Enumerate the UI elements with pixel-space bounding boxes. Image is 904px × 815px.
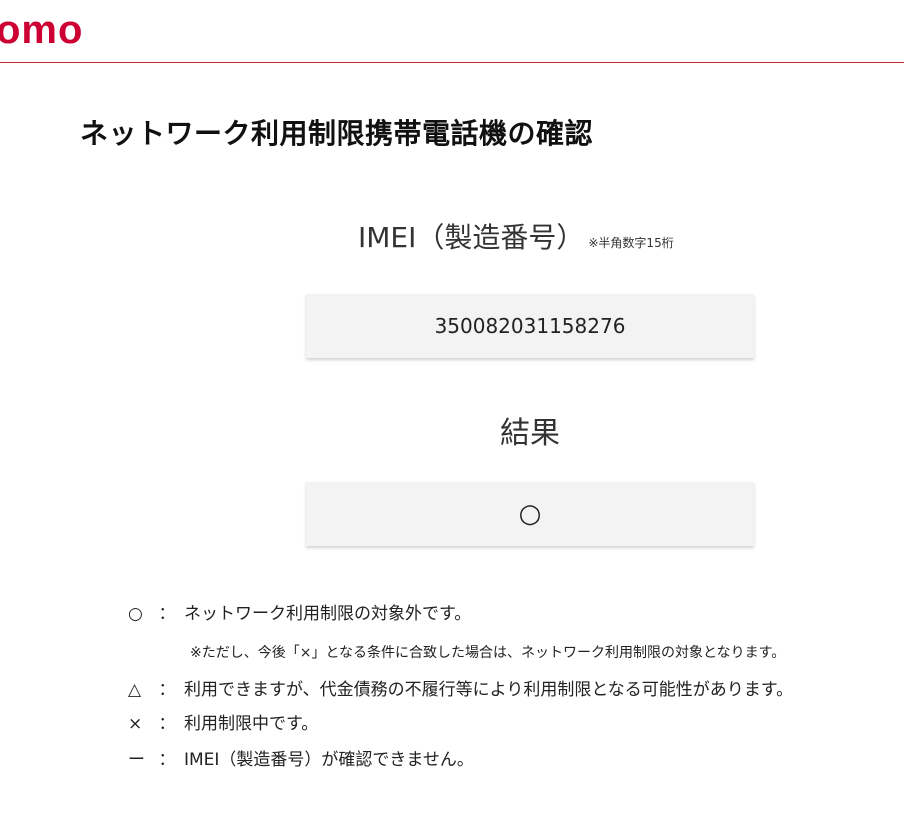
result-value-box: ○ bbox=[306, 482, 754, 546]
imei-label: IMEI（製造番号） ※半角数字15桁 bbox=[358, 216, 674, 256]
brand-logo[interactable]: omo bbox=[0, 10, 83, 50]
legend-separator: ： bbox=[158, 604, 176, 624]
imei-format-note: ※半角数字15桁 bbox=[588, 236, 674, 250]
page-title: ネットワーク利用制限携帯電話機の確認 bbox=[80, 117, 594, 150]
legend-separator: ： bbox=[158, 680, 176, 700]
legend-symbol: △ bbox=[128, 680, 142, 700]
legend-text: 利用できますが、代金債務の不履行等により利用制限となる可能性があります。 bbox=[184, 680, 794, 700]
legend-symbol: × bbox=[128, 714, 143, 734]
legend-item-unknown: ー ： IMEI（製造番号）が確認できません。 bbox=[128, 748, 474, 772]
legend-text: IMEI（製造番号）が確認できません。 bbox=[184, 750, 474, 770]
legend-separator: ： bbox=[158, 714, 176, 734]
imei-label-text: IMEI（製造番号） bbox=[358, 221, 585, 254]
legend-text: ネットワーク利用制限の対象外です。 bbox=[184, 604, 472, 624]
legend-item-restricted: × ： 利用制限中です。 bbox=[128, 712, 318, 736]
result-value: ○ bbox=[518, 499, 542, 529]
legend-note: ※ただし、今後「×」となる条件に合致した場合は、ネットワーク利用制限の対象となり… bbox=[190, 645, 786, 661]
legend-symbol: ○ bbox=[128, 604, 143, 624]
result-label: 結果 bbox=[500, 416, 560, 451]
imei-value-box: 350082031158276 bbox=[306, 294, 754, 358]
imei-value: 350082031158276 bbox=[434, 314, 626, 338]
legend-item-possible-restriction: △ ： 利用できますが、代金債務の不履行等により利用制限となる可能性があります。 bbox=[128, 678, 793, 702]
legend-separator: ： bbox=[158, 750, 176, 770]
legend-symbol: ー bbox=[128, 750, 145, 770]
legend-item-clear: ○ ： ネットワーク利用制限の対象外です。 bbox=[128, 602, 471, 626]
site-header: omo bbox=[0, 0, 904, 63]
legend-text: 利用制限中です。 bbox=[184, 714, 319, 734]
